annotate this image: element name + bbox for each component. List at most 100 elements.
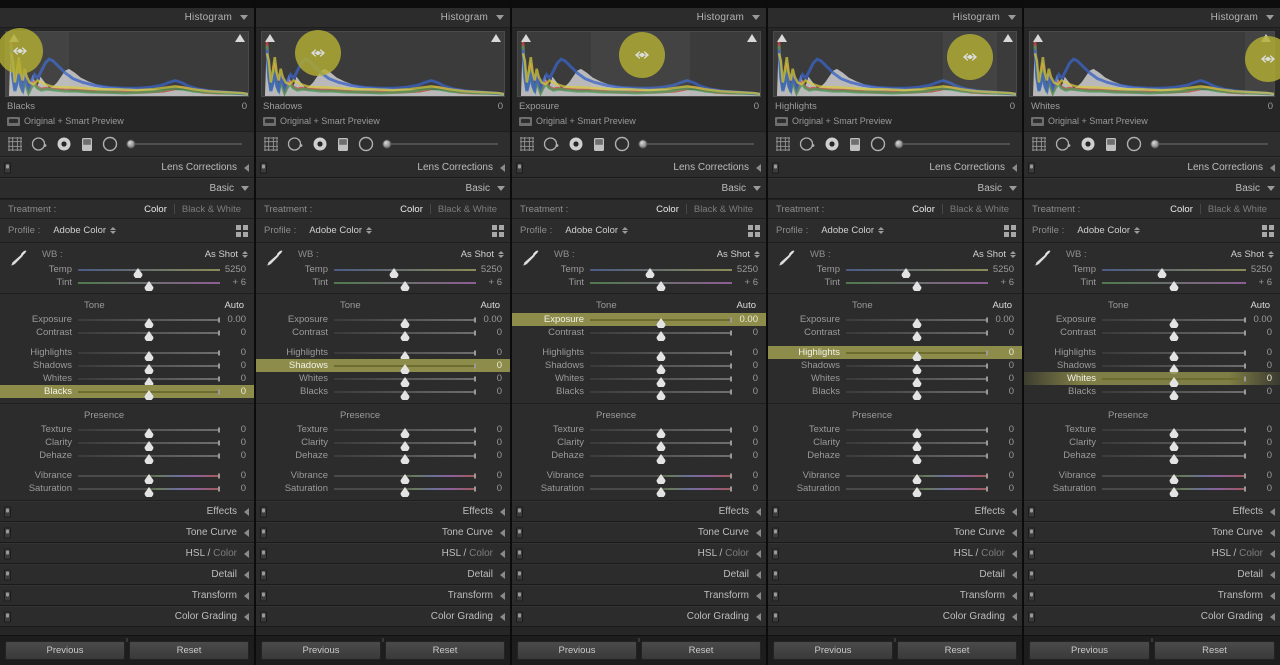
slider-dehaze[interactable]: Dehaze 0 [512, 449, 766, 465]
shadow-clipping-indicator-icon[interactable] [1033, 34, 1043, 42]
updown-icon[interactable] [1268, 250, 1274, 258]
histogram-plot[interactable] [1029, 31, 1275, 97]
panel-switch-icon[interactable] [260, 611, 267, 622]
slider-track[interactable] [334, 360, 476, 375]
panel-switch-icon[interactable] [772, 590, 779, 601]
slider-track[interactable] [846, 437, 988, 452]
updown-icon[interactable] [242, 250, 248, 258]
slider-blacks[interactable]: Blacks 0 [0, 385, 254, 401]
slider-blacks[interactable]: Blacks 0 [512, 385, 766, 401]
shadow-clipping-indicator-icon[interactable] [521, 34, 531, 42]
slider-track[interactable] [334, 327, 476, 342]
slider-value[interactable]: 0 [988, 347, 1018, 358]
panel-switch-icon[interactable] [772, 548, 779, 559]
chevron-left-icon[interactable] [1270, 591, 1275, 600]
updown-icon[interactable] [754, 250, 760, 258]
slider-value[interactable]: 0 [732, 373, 762, 384]
slider-track[interactable] [334, 264, 476, 279]
panel-switch-icon[interactable] [516, 527, 523, 538]
histogram-plot[interactable] [261, 31, 505, 97]
slider-knob[interactable] [656, 374, 667, 388]
chevron-left-icon[interactable] [244, 528, 249, 537]
section-effects[interactable]: Effects [0, 501, 254, 522]
auto-tone-button[interactable]: Auto [1250, 300, 1274, 311]
panel-switch-icon[interactable] [516, 569, 523, 580]
wb-value[interactable]: As Shot [461, 249, 494, 260]
slider-value[interactable]: 0 [732, 347, 762, 358]
slider-shadows[interactable]: Shadows 0 [0, 359, 254, 375]
slider-dehaze[interactable]: Dehaze 0 [1024, 449, 1280, 465]
panel-switch-icon[interactable] [260, 590, 267, 601]
section-detail[interactable]: Detail [1024, 564, 1280, 585]
panel-switch-icon[interactable] [516, 548, 523, 559]
slider-knob[interactable] [912, 374, 923, 388]
slider-track[interactable] [334, 437, 476, 452]
chevron-left-icon[interactable] [1012, 549, 1017, 558]
section-detail[interactable]: Detail [0, 564, 254, 585]
treatment-color-option[interactable]: Color [905, 204, 942, 215]
chevron-down-icon[interactable] [1267, 186, 1275, 191]
slider-value[interactable]: 0 [220, 470, 250, 481]
section-basic[interactable]: Basic [512, 178, 766, 199]
slider-track[interactable] [78, 264, 220, 279]
profile-browser-icon[interactable] [748, 224, 760, 237]
auto-tone-button[interactable]: Auto [224, 300, 248, 311]
highlight-clipping-indicator-icon[interactable] [491, 34, 501, 42]
section-effects[interactable]: Effects [768, 501, 1022, 522]
tool-amount-slider[interactable] [126, 139, 242, 149]
panel-switch-icon[interactable] [260, 506, 267, 517]
shadow-clipping-indicator-icon[interactable] [777, 34, 787, 42]
slider-value[interactable]: 0 [988, 373, 1018, 384]
reset-button[interactable]: Reset [129, 641, 249, 660]
panel-switch-icon[interactable] [1028, 162, 1035, 173]
previous-button[interactable]: Previous [773, 641, 893, 660]
chevron-left-icon[interactable] [1012, 163, 1017, 172]
masking-icon[interactable] [312, 136, 328, 152]
treatment-bw-option[interactable]: Black & White [431, 204, 504, 215]
slider-tint[interactable]: Tint + 6 [512, 276, 766, 292]
slider-saturation[interactable]: Saturation 0 [1024, 482, 1280, 498]
chevron-down-icon[interactable] [1009, 186, 1017, 191]
slider-value[interactable]: 0.00 [220, 314, 250, 325]
spot-removal-icon[interactable] [31, 136, 47, 152]
panel-switch-icon[interactable] [1028, 590, 1035, 601]
slider-knob[interactable] [1169, 315, 1180, 329]
section-basic[interactable]: Basic [768, 178, 1022, 199]
slider-saturation[interactable]: Saturation 0 [768, 482, 1022, 498]
slider-track[interactable] [1102, 483, 1246, 498]
slider-track[interactable] [1102, 470, 1246, 485]
chevron-down-icon[interactable] [497, 186, 505, 191]
slider-knob[interactable] [644, 265, 655, 279]
slider-temp[interactable]: Temp 5250 [256, 263, 510, 279]
slider-knob[interactable] [912, 328, 923, 342]
linear-gradient-icon[interactable] [337, 137, 349, 152]
slider-value[interactable]: + 6 [732, 277, 762, 288]
slider-knob[interactable] [400, 471, 411, 485]
panel-switch-icon[interactable] [260, 527, 267, 538]
slider-knob[interactable] [400, 451, 411, 465]
slider-track[interactable] [78, 450, 220, 465]
masking-icon[interactable] [568, 136, 584, 152]
section-detail[interactable]: Detail [512, 564, 766, 585]
chevron-left-icon[interactable] [244, 549, 249, 558]
panel-switch-icon[interactable] [1028, 548, 1035, 559]
chevron-left-icon[interactable] [1270, 528, 1275, 537]
slider-knob[interactable] [912, 387, 923, 401]
section-tone-curve[interactable]: Tone Curve [768, 522, 1022, 543]
slider-track[interactable] [846, 483, 988, 498]
section-lens-corrections[interactable]: Lens Corrections [768, 157, 1022, 178]
slider-track[interactable] [78, 483, 220, 498]
slider-track[interactable] [1102, 437, 1246, 452]
slider-value[interactable]: 0 [1246, 360, 1276, 371]
panel-switch-icon[interactable] [772, 611, 779, 622]
chevron-down-icon[interactable] [496, 15, 504, 20]
wb-value[interactable]: As Shot [205, 249, 238, 260]
slider-temp[interactable]: Temp 5250 [0, 263, 254, 279]
chevron-left-icon[interactable] [1270, 163, 1275, 172]
chevron-left-icon[interactable] [1012, 570, 1017, 579]
slider-knob[interactable] [656, 451, 667, 465]
slider-shadows[interactable]: Shadows 0 [256, 359, 510, 375]
slider-knob[interactable] [912, 315, 923, 329]
slider-tint[interactable]: Tint + 6 [768, 276, 1022, 292]
slider-track[interactable] [846, 347, 988, 362]
